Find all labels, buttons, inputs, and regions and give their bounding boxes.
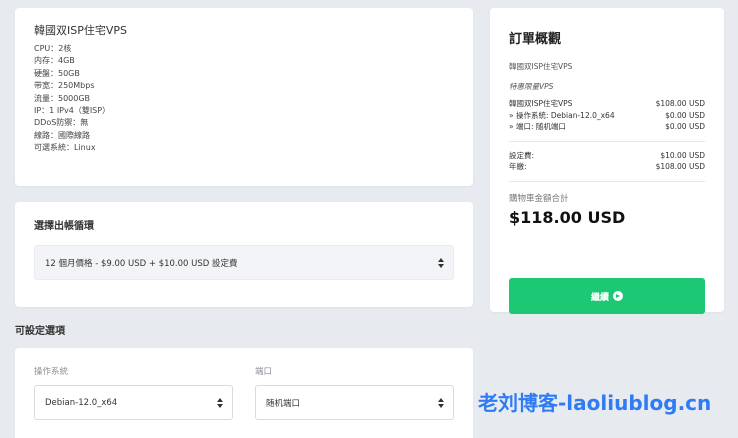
billing-cycle-select[interactable]: 12 個月價格 - $9.00 USD + $10.00 USD 設定費	[34, 245, 454, 280]
annual-label: 年繳:	[509, 162, 527, 171]
arrow-circle-right-icon	[613, 291, 623, 301]
option-os-price: $0.00 USD	[665, 110, 705, 120]
product-title: 韓國双ISP住宅VPS	[34, 24, 128, 37]
summary-option-os: » 操作系統: Debian-12.0_x64 $0.00 USD	[509, 110, 705, 122]
spec-route: 線路：國際線路	[34, 130, 90, 140]
product-card: 韓國双ISP住宅VPS CPU：2核 内存：4GB 硬盤：50GB 带宽：250…	[15, 8, 473, 186]
summary-setup-fee: 設定費: $10.00 USD	[509, 150, 705, 162]
line-item-label: 韓國双ISP住宅VPS	[509, 99, 573, 108]
total-label: 購物車金額合計	[509, 193, 569, 204]
summary-group-name: 特惠限量VPS	[509, 82, 554, 91]
annual-price: $108.00 USD	[655, 162, 705, 171]
spec-traffic: 流量：5000GB	[34, 93, 91, 103]
select-caret-icon	[438, 397, 444, 408]
summary-divider	[509, 180, 705, 182]
billing-cycle-heading: 選擇出帳循環	[34, 221, 94, 232]
port-select-value: 随机端口	[266, 398, 301, 409]
line-item-price: $108.00 USD	[655, 99, 705, 108]
spec-os: 可選系統：Linux	[34, 143, 96, 153]
setup-fee-label: 設定費:	[509, 150, 535, 160]
total-amount: $118.00 USD	[509, 207, 626, 227]
billing-cycle-card: 選擇出帳循環 12 個月價格 - $9.00 USD + $10.00 USD …	[15, 202, 473, 307]
config-options-heading: 可設定選項	[15, 326, 65, 337]
os-select[interactable]: Debian-12.0_x64	[34, 385, 233, 420]
spec-disk: 硬盤：50GB	[34, 68, 80, 78]
watermark: 老刘博客-laoliublog.cn	[478, 391, 712, 415]
continue-button-label: 繼續	[590, 292, 609, 303]
spec-memory: 内存：4GB	[34, 56, 75, 66]
option-port-label: » 端口: 随机端口	[509, 122, 566, 131]
billing-cycle-value: 12 個月價格 - $9.00 USD + $10.00 USD 設定費	[45, 258, 238, 269]
continue-button[interactable]: 繼續	[509, 278, 705, 314]
spec-ddos: DDoS防禦：無	[34, 118, 89, 128]
setup-fee-price: $10.00 USD	[660, 150, 705, 160]
option-os-label: » 操作系統: Debian-12.0_x64	[509, 110, 615, 120]
summary-product-name: 韓國双ISP住宅VPS	[509, 62, 573, 71]
summary-option-port: » 端口: 随机端口 $0.00 USD	[509, 121, 705, 133]
summary-divider	[509, 140, 705, 142]
summary-annual: 年繳: $108.00 USD	[509, 161, 705, 173]
select-caret-icon	[438, 257, 444, 268]
spec-ip: IP：1 IPv4（雙ISP）	[34, 106, 111, 116]
spec-cpu: CPU：2核	[34, 44, 72, 53]
os-label: 操作系統	[34, 367, 69, 377]
spec-bandwidth: 带宽：250Mbps	[34, 81, 95, 91]
port-label: 端口	[255, 367, 273, 377]
order-summary-card: 訂單概觀 韓國双ISP住宅VPS 特惠限量VPS 韓國双ISP住宅VPS $10…	[490, 8, 724, 314]
os-select-value: Debian-12.0_x64	[45, 397, 118, 408]
config-options-card: 操作系統 Debian-12.0_x64 端口 随机端口	[15, 348, 473, 438]
summary-line-item: 韓國双ISP住宅VPS $108.00 USD	[509, 98, 705, 110]
option-port-price: $0.00 USD	[665, 122, 705, 131]
order-summary-title: 訂單概觀	[509, 32, 562, 47]
port-select[interactable]: 随机端口	[255, 385, 454, 420]
select-caret-icon	[217, 397, 223, 408]
